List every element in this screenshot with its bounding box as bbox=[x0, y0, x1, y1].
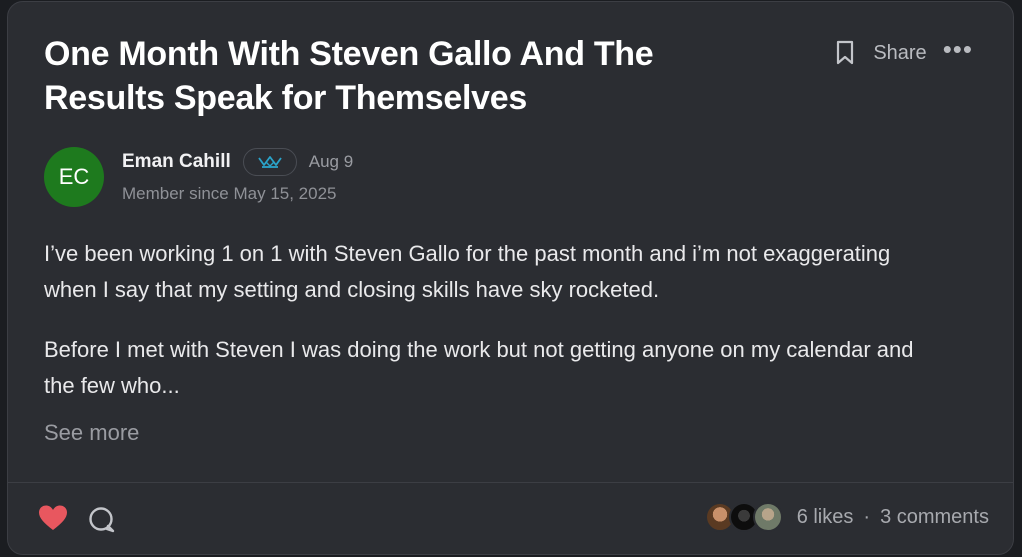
liker-avatars[interactable] bbox=[704, 502, 783, 532]
separator: · bbox=[863, 505, 871, 528]
comment-icon[interactable] bbox=[88, 506, 116, 539]
more-options-icon[interactable]: ••• bbox=[943, 36, 973, 62]
likes-count[interactable]: 6 likes bbox=[797, 506, 854, 529]
author-name[interactable]: Eman Cahill bbox=[122, 151, 231, 173]
avatar[interactable]: EC bbox=[44, 147, 104, 207]
author-row: Eman Cahill Aug 9 bbox=[122, 148, 353, 176]
bookmark-icon[interactable] bbox=[833, 38, 857, 68]
divider bbox=[8, 482, 1013, 483]
member-since: Member since May 15, 2025 bbox=[122, 184, 337, 203]
see-more-link[interactable]: See more bbox=[44, 420, 139, 446]
post-body: I’ve been working 1 on 1 with Steven Gal… bbox=[44, 236, 944, 428]
post-actions: Share ••• bbox=[833, 36, 973, 68]
avatar bbox=[752, 502, 783, 532]
comments-count[interactable]: 3 comments bbox=[880, 506, 989, 529]
body-paragraph: Before I met with Steven I was doing the… bbox=[44, 337, 914, 398]
heart-icon[interactable] bbox=[38, 504, 68, 537]
body-paragraph: I’ve been working 1 on 1 with Steven Gal… bbox=[44, 241, 891, 302]
post-stats: 6 likes · 3 comments bbox=[704, 502, 989, 532]
post-date: Aug 9 bbox=[308, 152, 354, 171]
post-title[interactable]: One Month With Steven Gallo And The Resu… bbox=[44, 32, 744, 120]
crown-badge-icon[interactable] bbox=[242, 148, 297, 176]
post-card: One Month With Steven Gallo And The Resu… bbox=[7, 1, 1014, 555]
avatar-initials: EC bbox=[58, 164, 90, 189]
share-button[interactable]: Share bbox=[873, 42, 926, 65]
